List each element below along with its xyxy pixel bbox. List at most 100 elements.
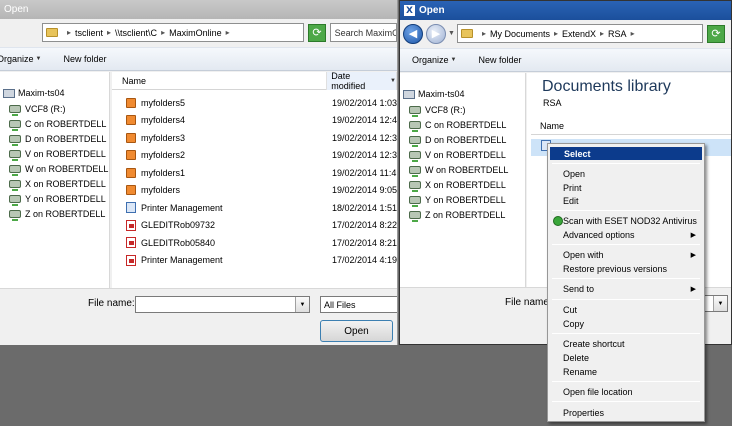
file-row[interactable]: myfolders2 19/02/2014 12:3 [112,147,397,164]
file-row[interactable]: myfolders5 19/02/2014 1:03 [112,94,397,111]
submenu-arrow-icon: ▶ [690,251,696,259]
drive-label: VCF8 (R:) [425,105,466,115]
network-drive-icon [409,166,421,177]
filetype-select[interactable]: All Files [320,296,397,313]
menu-item-restore-previous-versions[interactable]: Restore previous versions [550,262,702,275]
new-folder-button[interactable]: New folder [478,55,521,65]
column-name[interactable]: Name [531,117,731,135]
menu-item-scan-eset[interactable]: Scan with ESET NOD32 Antivirus [550,214,702,227]
tree-drive[interactable]: C on ROBERTDELL [9,119,106,131]
file-row[interactable]: GLEDITRob09732 17/02/2014 8:22 [112,217,397,234]
tree-drive[interactable]: V on ROBERTDELL [409,150,506,162]
refresh-icon[interactable]: ⟳ [308,23,326,42]
forward-arrow-icon[interactable]: ▶ [426,23,446,44]
tree-drive[interactable]: C on ROBERTDELL [409,120,507,132]
chevron-down-icon[interactable]: ▼ [713,296,727,311]
tree-computer[interactable]: Maxim-ts04 [403,89,465,99]
breadcrumb-item[interactable]: My Documents [490,29,550,39]
tree-drive[interactable]: D on ROBERTDELL [9,134,106,146]
menu-item-label: Scan with ESET NOD32 Antivirus [563,215,697,226]
filename-input[interactable]: ▼ [135,296,310,313]
file-name: GLEDITRob09732 [141,220,216,230]
tree-drive[interactable]: Y on ROBERTDELL [9,194,106,206]
file-row[interactable]: Printer Management 18/02/2014 1:51 [112,199,397,216]
command-bar: Organize ▼ New folder [0,47,397,71]
column-header: Name Date modified ▼ [112,72,397,91]
organize-button[interactable]: Organize ▼ [0,54,41,64]
drive-label: V on ROBERTDELL [425,150,506,160]
tree-drive[interactable]: Y on ROBERTDELL [409,195,506,207]
management-console-icon [126,202,136,213]
menu-item-send-to[interactable]: Send to ▶ [550,282,702,295]
tree-drive[interactable]: VCF8 (R:) [409,105,466,117]
file-date: 19/02/2014 12:3 [332,132,397,143]
file-row[interactable]: myfolders 19/02/2014 9:05 [112,182,397,199]
menu-item-open-file-location[interactable]: Open file location [550,385,702,398]
refresh-icon[interactable]: ⟳ [706,24,725,43]
file-name: myfolders5 [141,97,186,108]
tree-computer[interactable]: Maxim-ts04 [3,88,65,98]
organize-button[interactable]: Organize ▼ [412,55,456,65]
menu-item-open[interactable]: Open [550,167,702,180]
shortcut-folder-icon [126,185,136,195]
breadcrumb-item[interactable]: MaximOnline [169,28,222,38]
breadcrumb-arrow-icon: ▸ [225,28,230,37]
address-bar[interactable]: ▸ tsclient ▸ \\tsclient\C ▸ MaximOnline … [42,23,305,42]
tree-drive[interactable]: V on ROBERTDELL [9,149,106,161]
file-row[interactable]: myfolders3 19/02/2014 12:3 [112,129,397,146]
search-input[interactable]: Search MaximOnline [329,23,397,42]
menu-item-open-with[interactable]: Open with ▶ [550,248,702,261]
menu-item-copy[interactable]: Copy [550,317,702,330]
menu-separator [552,278,700,279]
menu-item-delete[interactable]: Delete [550,351,702,364]
menu-separator [552,244,700,245]
menu-item-edit[interactable]: Edit [550,194,702,207]
tree-drive[interactable]: X on ROBERTDELL [409,180,506,192]
navigation-pane: Maxim-ts04 VCF8 (R:) C on ROBERTDELL D o… [0,72,110,288]
file-name: Printer Management [141,255,223,265]
back-arrow-icon[interactable]: ◀ [403,23,423,44]
menu-separator [552,163,700,164]
shortcut-folder-icon [126,167,136,178]
menu-item-print[interactable]: Print [550,181,702,194]
breadcrumb-item[interactable]: ExtendX [562,29,596,39]
menu-item-properties[interactable]: Properties [550,406,702,419]
file-date: 19/02/2014 11:4 [332,167,397,178]
breadcrumb-item[interactable]: RSA [608,29,627,39]
menu-item-select[interactable]: Select [550,147,702,160]
title-bar[interactable]: Open [0,0,397,19]
tree-drive[interactable]: W on ROBERTDELL [9,164,108,176]
tree-drive[interactable]: X on ROBERTDELL [9,179,106,191]
file-row[interactable]: Printer Management 17/02/2014 4:19 [112,252,397,269]
tree-drive[interactable]: Z on ROBERTDELL [409,210,505,222]
open-button[interactable]: Open [320,320,393,342]
column-name[interactable]: Name [112,72,328,90]
tree-drive[interactable]: VCF8 (R:) [9,104,66,116]
address-bar[interactable]: ▸ My Documents ▸ ExtendX ▸ RSA ▸ [456,24,703,43]
menu-item-rename[interactable]: Rename [550,365,702,378]
file-row[interactable]: myfolders1 19/02/2014 11:4 [112,164,397,181]
network-drive-icon [9,105,21,116]
breadcrumb-item[interactable]: tsclient [75,28,103,38]
menu-item-create-shortcut[interactable]: Create shortcut [550,337,702,350]
breadcrumb-item[interactable]: \\tsclient\C [115,28,157,38]
column-name-label: Name [540,120,565,131]
menu-item-label: Advanced options [563,229,635,240]
search-placeholder: Search MaximOnline [334,27,396,38]
network-drive-icon [409,151,421,162]
file-row[interactable]: GLEDITRob05840 17/02/2014 8:21 [112,234,397,251]
chevron-down-icon[interactable]: ▼ [295,297,309,312]
tree-drive[interactable]: Z on ROBERTDELL [9,209,105,221]
tree-drive[interactable]: W on ROBERTDELL [409,165,508,177]
menu-item-cut[interactable]: Cut [550,303,702,316]
file-row[interactable]: myfolders4 19/02/2014 12:4 [112,112,397,129]
new-folder-button[interactable]: New folder [63,54,106,64]
menu-item-advanced-options[interactable]: Advanced options ▶ [550,228,702,241]
column-date-modified[interactable]: Date modified ▼ [327,72,397,91]
drive-label: C on ROBERTDELL [425,120,507,130]
title-bar[interactable]: X Open [400,1,731,20]
recent-pages-dropdown-icon[interactable]: ▼ [448,30,455,37]
tree-drive[interactable]: D on ROBERTDELL [409,135,506,147]
file-list: Name Date modified ▼ myfolders5 19/02/20… [112,72,397,288]
context-menu: Select Open Print Edit Scan with ESET NO… [547,143,705,422]
